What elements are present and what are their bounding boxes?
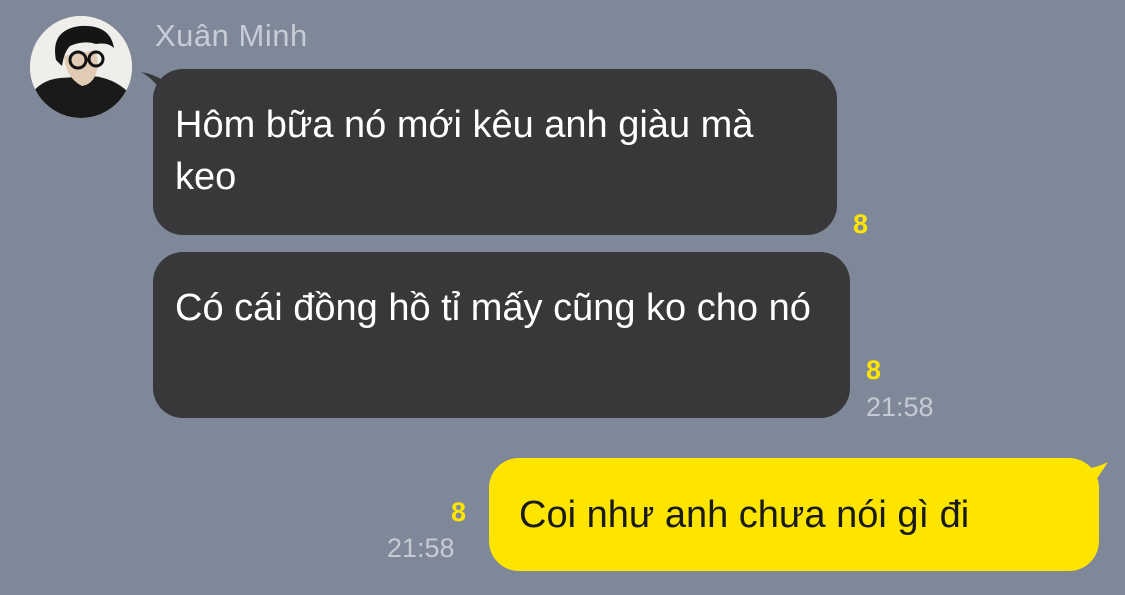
contact-name: Xuân Minh xyxy=(155,18,308,53)
message-text: Hôm bữa nó mới kêu anh giàu mà keo xyxy=(175,104,754,198)
message-timestamp: 21:58 xyxy=(866,392,934,422)
unread-count: 8 xyxy=(451,497,467,527)
contact-avatar[interactable] xyxy=(30,16,132,118)
outgoing-bubble-tail xyxy=(1080,462,1108,486)
incoming-message-bubble[interactable]: Hôm bữa nó mới kêu anh giàu mà keo xyxy=(153,69,837,235)
unread-count: 8 xyxy=(853,209,869,239)
avatar-photo-icon xyxy=(30,16,132,118)
chat-thread: Xuân Minh Hôm bữa nó mới kêu anh giàu mà… xyxy=(0,0,1125,595)
incoming-message-bubble[interactable]: Có cái đồng hồ tỉ mấy cũng ko cho nó xyxy=(153,252,850,418)
message-text: Có cái đồng hồ tỉ mấy cũng ko cho nó xyxy=(175,287,811,329)
message-text: Coi như anh chưa nói gì đi xyxy=(519,493,970,536)
outgoing-message-bubble[interactable]: Coi như anh chưa nói gì đi xyxy=(489,458,1099,571)
message-timestamp: 21:58 xyxy=(387,533,455,563)
unread-count: 8 xyxy=(866,355,882,385)
